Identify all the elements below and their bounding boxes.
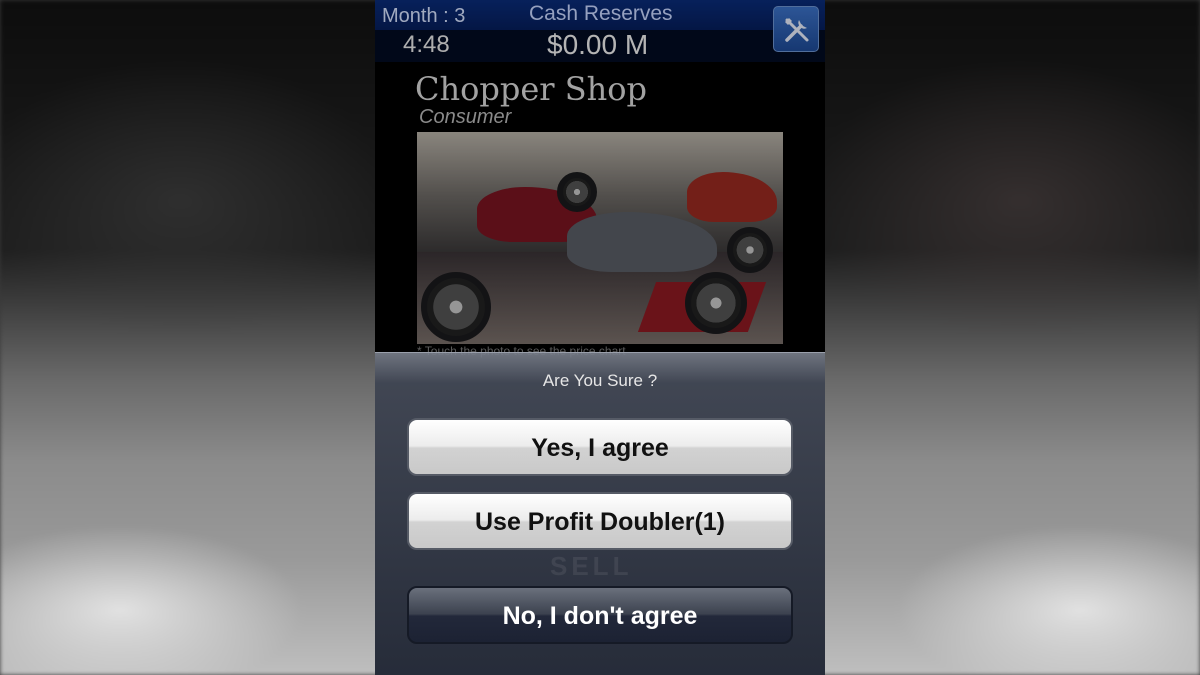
yes-agree-button[interactable]: Yes, I agree <box>407 418 793 476</box>
action-sheet-title: Are You Sure ? <box>542 371 658 390</box>
no-disagree-button[interactable]: No, I don't agree <box>407 586 793 644</box>
game-screen: Month : 3 4:48 Cash Reserves $0.00 M Cho… <box>375 0 825 675</box>
use-profit-doubler-button[interactable]: Use Profit Doubler(1) <box>407 492 793 550</box>
confirm-action-sheet: Are You Sure ? Yes, I agree Use Profit D… <box>375 352 825 675</box>
sell-label-behind-sheet: SELL <box>550 551 633 581</box>
